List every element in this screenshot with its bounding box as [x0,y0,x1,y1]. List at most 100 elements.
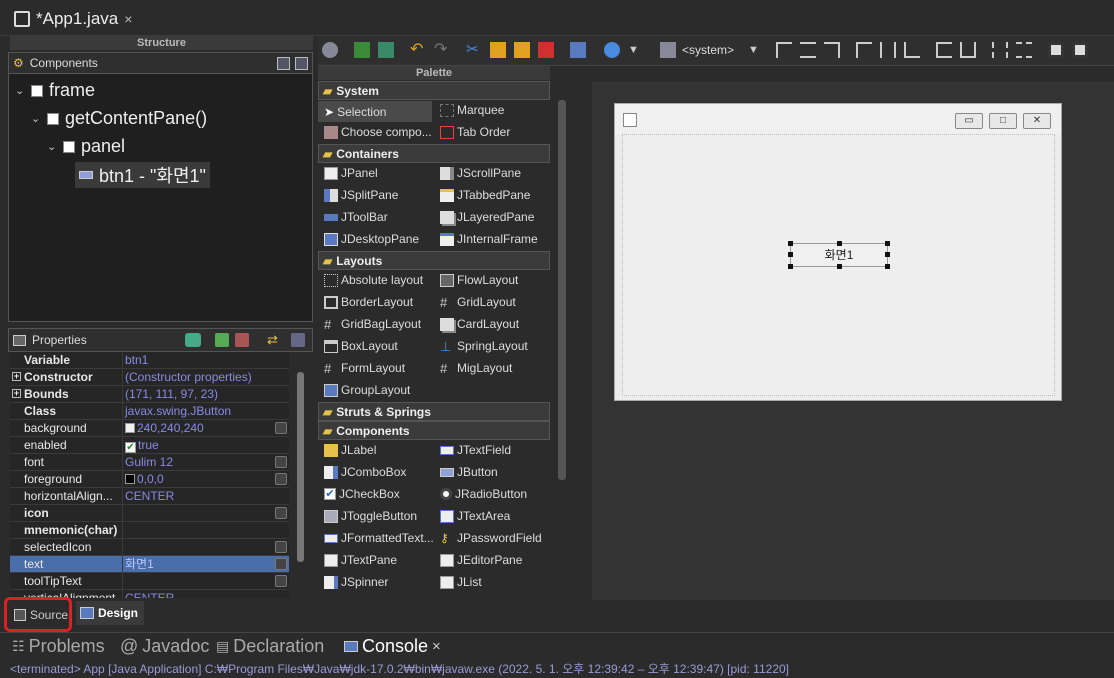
checkbox-checked-icon[interactable]: ✔ [125,442,136,453]
property-row-tooltip[interactable]: toolTipText [10,573,289,590]
same-height-icon[interactable] [960,42,976,58]
palette-item-jpanel[interactable]: JPanel [324,166,378,180]
switch-source-icon[interactable] [354,42,370,58]
maximize-button[interactable]: □ [989,113,1017,129]
palette-category-struts-springs[interactable]: ▰ Struts & Springs [318,402,550,421]
property-value[interactable]: 화면1 [123,556,289,572]
palette-item-gridbaglayout[interactable]: # GridBagLayout [324,317,421,331]
palette-item-jdesktoppane[interactable]: JDesktopPane [324,232,419,246]
scrollbar-thumb[interactable] [297,372,304,562]
property-value[interactable]: (Constructor properties) [123,369,289,385]
undo-icon[interactable]: ↶ [410,42,426,58]
palette-item-jscrollpane[interactable]: JScrollPane [440,166,521,180]
same-width-icon[interactable] [936,42,952,58]
selection-handle[interactable] [885,252,890,257]
chevron-down-icon[interactable]: ⌄ [15,84,25,97]
palette-item-jlist[interactable]: JList [440,575,482,589]
selection-handle[interactable] [885,264,890,269]
properties-scrollbar[interactable] [291,352,311,598]
expand-icon[interactable]: + [12,372,21,381]
ellipsis-button[interactable] [275,456,287,468]
palette-item-springlayout[interactable]: ⊥ SpringLayout [440,339,528,353]
tab-declaration[interactable]: ▤ Declaration [216,633,324,659]
collapse-all-icon[interactable] [295,57,308,70]
align-right-icon[interactable] [824,42,840,58]
property-value[interactable]: 240,240,240 [123,420,289,436]
palette-item-jsplitpane[interactable]: JSplitPane [324,188,398,202]
ellipsis-button[interactable] [275,422,287,434]
property-value[interactable] [123,522,289,538]
property-row-enabled[interactable]: enabled ✔ true [10,437,289,454]
close-icon[interactable]: × [432,638,441,655]
palette-item-jcombobox[interactable]: JComboBox [324,465,406,479]
property-row-horizontal-alignment[interactable]: horizontalAlign... CENTER [10,488,289,505]
palette-item-gridlayout[interactable]: # GridLayout [440,295,516,309]
globe-icon[interactable] [604,42,620,58]
minimize-button[interactable]: ▭ [955,113,983,129]
space-horizontal-icon[interactable] [992,42,1008,58]
palette-item-cardlayout[interactable]: CardLayout [440,317,519,331]
palette-item-borderlayout[interactable]: BorderLayout [324,295,413,309]
palette-item-jpasswordfield[interactable]: ⚷ JPasswordField [440,531,542,545]
close-icon[interactable]: × [124,11,132,27]
expand-all-icon[interactable] [277,57,290,70]
property-value[interactable]: btn1 [123,352,289,368]
palette-item-miglayout[interactable]: # MigLayout [440,361,512,375]
property-row-class[interactable]: Class javax.swing.JButton [10,403,289,420]
property-row-font[interactable]: font Gulim 12 [10,454,289,471]
center-horizontal-icon[interactable] [1048,42,1064,58]
palette-category-layouts[interactable]: ▰ Layouts [318,251,550,270]
selection-handle[interactable] [788,264,793,269]
look-and-feel-icon[interactable] [660,42,676,58]
palette-item-jeditorpane[interactable]: JEditorPane [440,553,522,567]
property-value[interactable]: (171, 111, 97, 23) [123,386,289,402]
tab-console[interactable]: Console × [344,633,441,659]
selection-handle[interactable] [837,264,842,269]
palette-item-jformattedtextfield[interactable]: JFormattedText... [324,531,434,545]
chevron-down-icon[interactable]: ▼ [628,42,644,58]
property-value[interactable]: CENTER [123,488,289,504]
design-tab[interactable]: Design [76,601,144,625]
ellipsis-button[interactable] [275,575,287,587]
chevron-down-icon[interactable]: ⌄ [31,112,41,125]
property-value[interactable]: ✔ true [123,437,289,453]
tree-node-frame[interactable]: ⌄ frame [15,80,95,101]
delete-icon[interactable] [538,42,554,58]
selection-handle[interactable] [885,241,890,246]
paste-icon[interactable] [514,42,530,58]
palette-item-grouplayout[interactable]: GroupLayout [324,383,410,397]
palette-item-marquee[interactable]: Marquee [440,103,504,117]
close-button[interactable]: ✕ [1023,113,1051,129]
selection-handle[interactable] [837,241,842,246]
ellipsis-button[interactable] [275,473,287,485]
refresh-icon[interactable] [378,42,394,58]
palette-item-jtogglebutton[interactable]: JToggleButton [324,509,417,523]
palette-item-choose-component[interactable]: Choose compo... [324,125,432,139]
tree-node-btn1[interactable]: btn1 - "화면1" [75,162,210,188]
palette-item-jlayeredpane[interactable]: JLayeredPane [440,210,534,224]
property-row-mnemonic[interactable]: mnemonic(char) [10,522,289,539]
palette-item-flowlayout[interactable]: FlowLayout [440,273,518,287]
align-center-icon[interactable] [800,42,816,58]
goto-definition-icon[interactable] [215,333,229,347]
test-gui-icon[interactable] [322,42,338,58]
property-row-variable[interactable]: Variable btn1 [10,352,289,369]
tree-node-panel[interactable]: ⌄ panel [47,136,125,157]
palette-item-jtextarea[interactable]: JTextArea [440,509,510,523]
property-row-bounds[interactable]: + Bounds (171, 111, 97, 23) [10,386,289,403]
palette-item-tab-order[interactable]: Tab Order [440,125,510,139]
space-vertical-icon[interactable] [1016,42,1032,58]
property-value[interactable]: 0,0,0 [123,471,289,487]
align-left-icon[interactable] [776,42,792,58]
palette-item-selection[interactable]: ➤ Selection [318,101,432,122]
frame-title-bar[interactable]: ▭ □ ✕ [615,104,1061,134]
chevron-down-icon[interactable]: ▼ [748,42,764,58]
palette-item-jcheckbox[interactable]: ✔ JCheckBox [324,487,400,501]
property-row-text[interactable]: text 화면1 [10,556,289,573]
palette-category-system[interactable]: ▰ System [318,81,550,100]
palette-item-boxlayout[interactable]: BoxLayout [324,339,398,353]
show-events-icon[interactable] [185,333,201,347]
copy-icon[interactable] [490,42,506,58]
align-bottom-icon[interactable] [904,42,920,58]
ellipsis-button[interactable] [275,541,287,553]
